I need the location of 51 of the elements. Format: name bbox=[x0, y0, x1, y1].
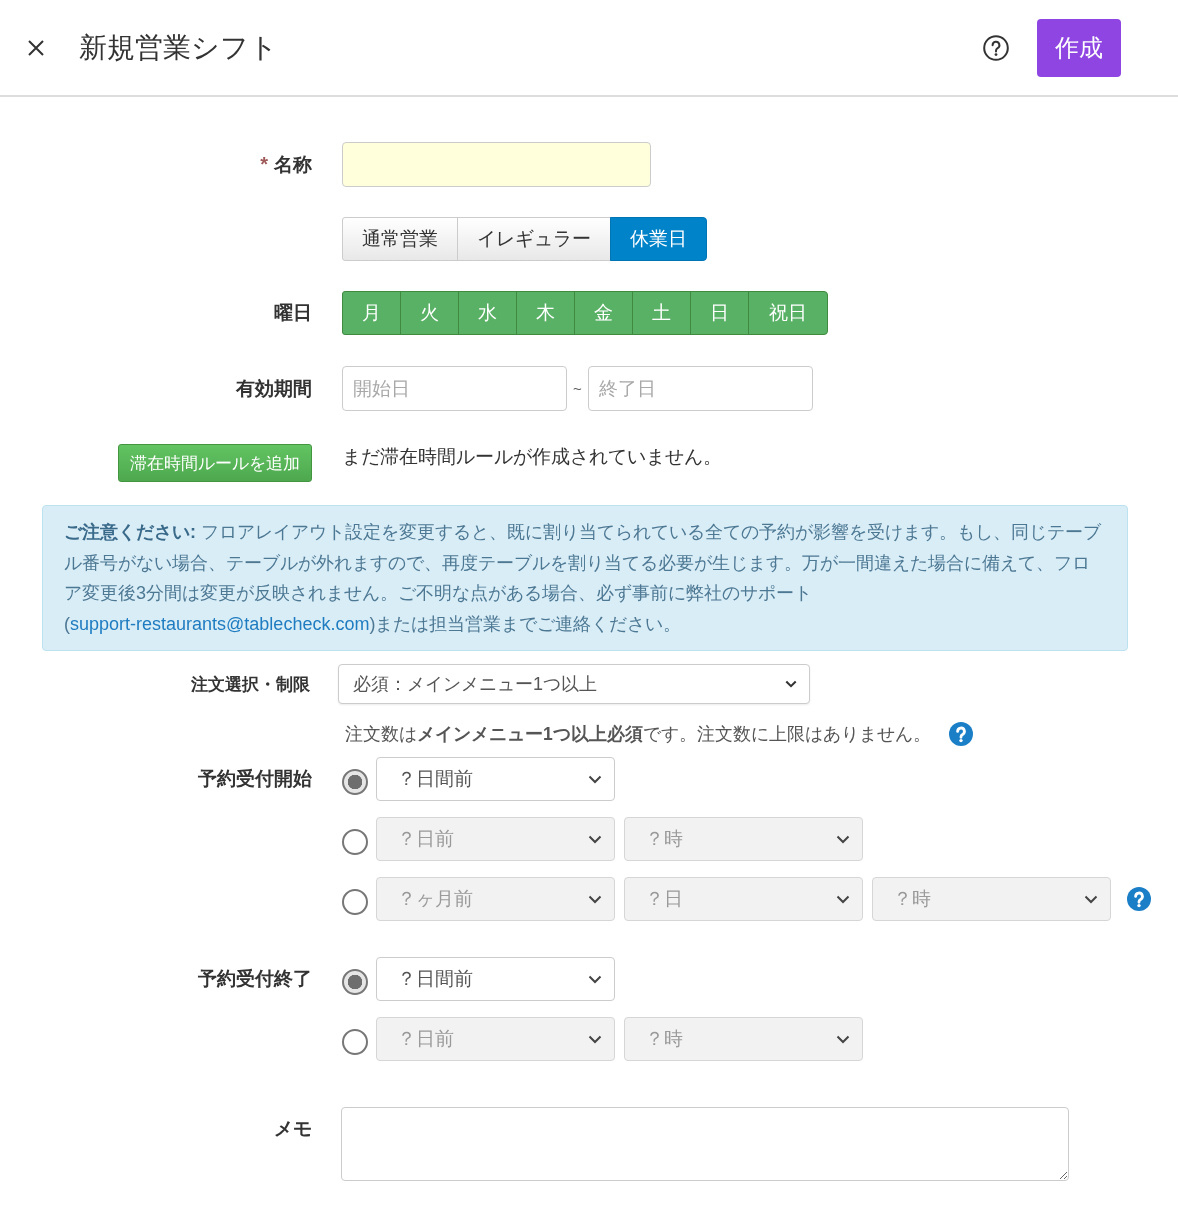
weekday-toggle[interactable]: 祝日 bbox=[748, 291, 828, 335]
field-label: 名称 bbox=[274, 152, 312, 177]
chevron-down-icon bbox=[836, 834, 850, 844]
chevron-down-icon bbox=[588, 894, 602, 904]
end-date-field[interactable]: 終了日 bbox=[587, 366, 813, 411]
weekday-toggle[interactable]: 土 bbox=[632, 291, 691, 335]
memo-field[interactable] bbox=[341, 1107, 1069, 1181]
chevron-down-icon bbox=[588, 834, 602, 844]
required-mark: * bbox=[260, 153, 268, 176]
weekday-toggle[interactable]: 木 bbox=[516, 291, 575, 335]
radio-button[interactable] bbox=[342, 889, 368, 915]
shift-type-tab[interactable]: 通常営業 bbox=[342, 217, 458, 261]
name-field[interactable] bbox=[342, 142, 651, 187]
notice-text: ご注意ください: フロアレイアウト設定を変更すると、既に割り当てられている全ての予約が影響を受けます。もし、同じテーブル番号がない場合、テーブルが外れますので、再度テーブルを割り当てる必要が生じます。万が一間違えた場合に備えて、フロア変更後3分間は変更が反映されません。ご不明な点がある場合、必ず事前に弊社のサポート(support-restaurants@tablecheck.com)または担当営業までご連絡ください。 bbox=[64, 521, 1102, 636]
support-email-link[interactable]: support-restaurants@tablecheck.com bbox=[70, 613, 370, 634]
field-label: 曜日 bbox=[274, 301, 312, 325]
create-button[interactable]: 作成 bbox=[1037, 18, 1121, 77]
chevron-down-icon bbox=[1084, 894, 1098, 904]
radio-button[interactable] bbox=[342, 969, 368, 995]
weekday-toggle[interactable]: 月 bbox=[342, 291, 401, 335]
weekday-toggle[interactable]: 火 bbox=[400, 291, 459, 335]
shift-type-tab[interactable]: 休業日 bbox=[610, 217, 707, 261]
chevron-down-icon bbox=[836, 894, 850, 904]
weekday-toggle[interactable]: 水 bbox=[458, 291, 517, 335]
chevron-down-icon bbox=[785, 680, 797, 688]
radio-button[interactable] bbox=[342, 769, 368, 795]
radio-button[interactable] bbox=[342, 1029, 368, 1055]
dropdown[interactable]: 必須：メインメニュー1つ以上 bbox=[338, 664, 810, 704]
chevron-down-icon bbox=[588, 974, 602, 984]
dropdown[interactable]: ？日間前 bbox=[376, 757, 615, 801]
hint-text: 注文数はメインメニュー1つ以上必須です。注文数に上限はありません。 bbox=[345, 722, 931, 746]
shift-type-tab[interactable]: イレギュラー bbox=[457, 217, 611, 261]
field-label: 予約受付終了 bbox=[198, 967, 312, 991]
radio-button[interactable] bbox=[342, 829, 368, 855]
add-stay-rule-button[interactable]: 滞在時間ルールを追加 bbox=[118, 444, 312, 482]
chevron-down-icon bbox=[588, 1034, 602, 1044]
field-label: メモ bbox=[274, 1117, 312, 1141]
page-title: 新規営業シフト bbox=[79, 30, 278, 65]
weekday-toggle[interactable]: 日 bbox=[690, 291, 749, 335]
range-separator: ~ bbox=[573, 380, 582, 397]
weekday-toggle[interactable]: 金 bbox=[574, 291, 633, 335]
field-label: 予約受付開始 bbox=[198, 767, 312, 791]
chevron-down-icon bbox=[588, 774, 602, 784]
chevron-down-icon bbox=[836, 1034, 850, 1044]
help-icon[interactable] bbox=[983, 34, 1009, 61]
dropdown[interactable]: ？日間前 bbox=[376, 957, 615, 1001]
field-label: 有効期間 bbox=[236, 376, 312, 401]
field-label: 注文選択・制限 bbox=[191, 673, 310, 696]
start-date-field[interactable]: 開始日 bbox=[342, 366, 567, 411]
empty-message: まだ滞在時間ルールが作成されていません。 bbox=[342, 445, 722, 469]
close-icon[interactable] bbox=[28, 39, 44, 56]
